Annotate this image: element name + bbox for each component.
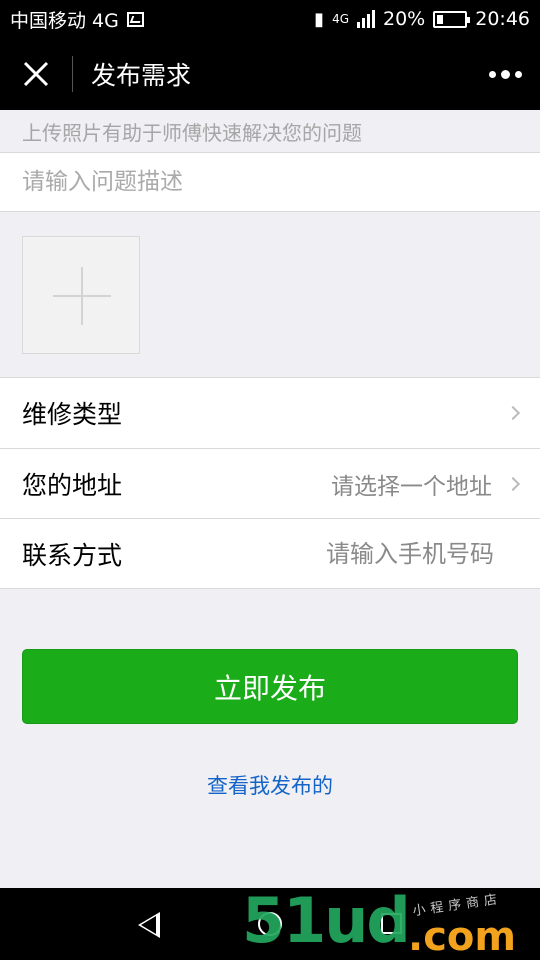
address-label: 您的地址 bbox=[22, 470, 123, 500]
status-right: ▮ 4G 20% 20:46 bbox=[314, 8, 530, 30]
add-photo-button[interactable] bbox=[22, 236, 140, 354]
page-title: 发布需求 bbox=[91, 61, 192, 90]
chevron-right-icon bbox=[505, 405, 521, 421]
battery-icon bbox=[433, 10, 471, 28]
description-input[interactable] bbox=[0, 153, 540, 211]
repair-type-row[interactable]: 维修类型 bbox=[0, 378, 540, 448]
phone-input[interactable] bbox=[274, 539, 494, 568]
close-icon bbox=[23, 61, 49, 87]
back-icon[interactable] bbox=[138, 912, 160, 938]
contact-row: 联系方式 bbox=[0, 518, 540, 588]
upload-hint: 上传照片有助于师傅快速解决您的问题 bbox=[22, 120, 362, 145]
recent-apps-icon[interactable] bbox=[381, 913, 402, 934]
nav-divider bbox=[72, 56, 73, 92]
contact-label: 联系方式 bbox=[22, 540, 123, 570]
nav-bar: 发布需求 bbox=[0, 38, 540, 110]
system-nav-bar bbox=[0, 888, 540, 960]
more-button[interactable] bbox=[489, 60, 522, 88]
address-row[interactable]: 您的地址 请选择一个地址 bbox=[0, 448, 540, 518]
form-list: 维修类型 您的地址 请选择一个地址 联系方式 bbox=[0, 377, 540, 589]
more-icon-dot bbox=[501, 69, 510, 79]
clock: 20:46 bbox=[475, 8, 530, 30]
carrier-label: 中国移动 4G bbox=[10, 9, 119, 32]
network-type: 4G bbox=[332, 12, 349, 26]
close-button[interactable] bbox=[0, 38, 72, 110]
more-icon-dot bbox=[489, 70, 496, 78]
vibrate-icon: ▮ bbox=[314, 8, 325, 30]
view-my-posts-link[interactable]: 查看我发布的 bbox=[0, 770, 540, 800]
status-bar: 中国移动 4G ▮ 4G 20% 20:46 bbox=[0, 0, 540, 38]
publish-button[interactable]: 立即发布 bbox=[22, 649, 518, 724]
description-box bbox=[0, 152, 540, 212]
repair-type-label: 维修类型 bbox=[22, 400, 123, 429]
more-icon-dot bbox=[515, 70, 522, 78]
battery-percent: 20% bbox=[383, 8, 426, 30]
gallery-icon bbox=[126, 11, 144, 27]
address-value: 请选择一个地址 bbox=[331, 473, 492, 500]
home-icon[interactable] bbox=[258, 912, 282, 936]
chevron-right-icon bbox=[505, 476, 521, 491]
upload-area bbox=[0, 212, 540, 377]
signal-icon bbox=[357, 10, 375, 28]
status-left: 中国移动 4G bbox=[10, 6, 144, 33]
